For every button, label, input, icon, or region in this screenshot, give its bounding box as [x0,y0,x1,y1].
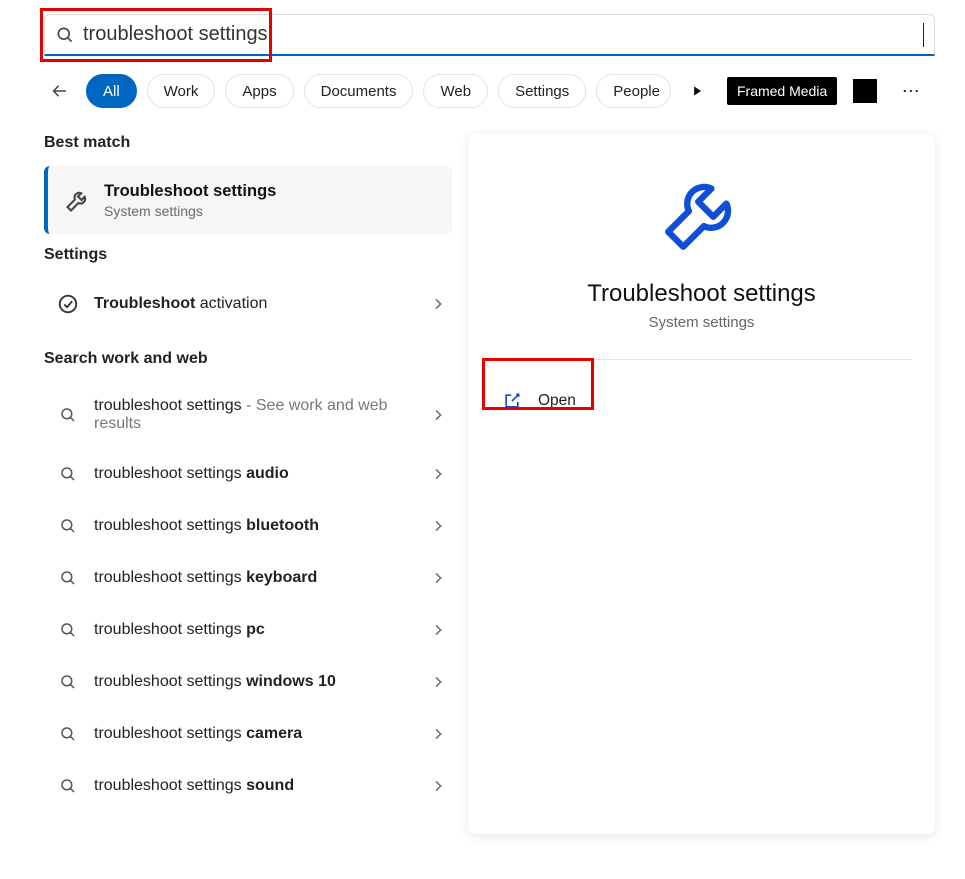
tab-people[interactable]: People [596,74,671,108]
check-circle-icon [57,293,79,315]
search-icon [55,25,75,45]
search-box[interactable] [44,14,935,56]
web-result-label: troubleshoot settings keyboard [94,569,430,587]
more-menu[interactable]: ⋯ [895,75,927,107]
detail-divider [491,359,911,360]
settings-result-label: Troubleshoot activation [94,295,430,313]
chevron-right-icon [430,518,446,534]
tabs-row: All Work Apps Documents Web Settings Peo… [44,74,935,108]
search-icon [59,621,77,639]
best-match-result[interactable]: Troubleshoot settings System settings [44,166,452,234]
detail-subtitle: System settings [649,314,755,331]
section-search-work-web: Search work and web [44,350,452,368]
web-result-label: troubleshoot settings windows 10 [94,673,430,691]
results-panel: Best match Troubleshoot settings System … [44,134,452,834]
web-result-label: troubleshoot settings pc [94,621,430,639]
tab-work[interactable]: Work [147,74,216,108]
text-cursor [923,23,924,47]
web-result-label: troubleshoot settings sound [94,777,430,795]
search-icon [59,465,77,483]
web-result-1[interactable]: troubleshoot settings audio [44,448,452,500]
search-icon [59,406,77,424]
web-result-label: troubleshoot settings - See work and web… [94,397,430,433]
tab-settings[interactable]: Settings [498,74,586,108]
web-result-6[interactable]: troubleshoot settings camera [44,708,452,760]
chevron-right-icon [430,407,446,423]
web-result-label: troubleshoot settings audio [94,465,430,483]
tab-apps[interactable]: Apps [225,74,293,108]
app-thumbnail[interactable] [853,79,877,103]
open-button[interactable]: Open [494,382,584,420]
tab-documents[interactable]: Documents [304,74,414,108]
open-external-icon [502,391,522,411]
search-icon [59,777,77,795]
chevron-right-icon [430,726,446,742]
chevron-right-solid-icon [690,84,704,98]
best-match-title: Troubleshoot settings [104,182,276,201]
search-icon [59,569,77,587]
tab-all[interactable]: All [86,74,137,108]
chevron-right-icon [430,778,446,794]
web-result-7[interactable]: troubleshoot settings sound [44,760,452,812]
search-icon [59,673,77,691]
detail-title: Troubleshoot settings [587,280,816,308]
section-best-match: Best match [44,134,452,152]
chevron-right-icon [430,570,446,586]
framed-media-badge[interactable]: Framed Media [727,77,837,105]
chevron-right-icon [430,296,446,312]
web-result-label: troubleshoot settings camera [94,725,430,743]
chevron-right-icon [430,466,446,482]
tab-web[interactable]: Web [423,74,488,108]
open-label: Open [538,392,576,410]
search-icon [59,725,77,743]
web-result-5[interactable]: troubleshoot settings windows 10 [44,656,452,708]
settings-result-troubleshoot-activation[interactable]: Troubleshoot activation [44,278,452,330]
web-result-4[interactable]: troubleshoot settings pc [44,604,452,656]
chevron-right-icon [430,622,446,638]
detail-panel: Troubleshoot settings System settings Op… [468,134,935,834]
search-input[interactable] [83,23,923,46]
web-result-2[interactable]: troubleshoot settings bluetooth [44,500,452,552]
section-settings: Settings [44,246,452,264]
back-button[interactable] [44,75,76,107]
wrench-large-icon [657,168,747,258]
tabs-scroll-right[interactable] [681,75,713,107]
web-result-3[interactable]: troubleshoot settings keyboard [44,552,452,604]
wrench-icon [64,186,92,214]
search-icon [59,517,77,535]
best-match-subtitle: System settings [104,203,276,219]
web-result-label: troubleshoot settings bluetooth [94,517,430,535]
chevron-right-icon [430,674,446,690]
arrow-left-icon [51,82,69,100]
web-result-0[interactable]: troubleshoot settings - See work and web… [44,382,452,448]
